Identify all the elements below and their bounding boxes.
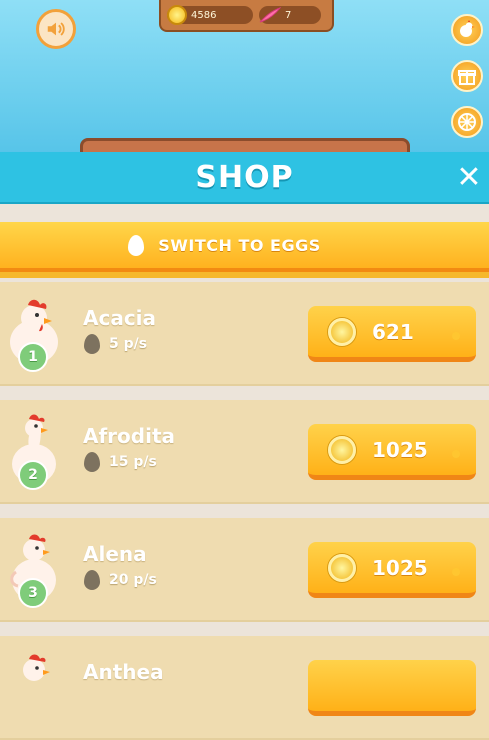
egg-icon <box>84 452 100 472</box>
feather-icon <box>259 7 281 23</box>
close-icon: ✕ <box>456 160 482 195</box>
egg-icon <box>84 570 100 590</box>
shop-panel: SWITCH TO EGGS 1 Acacia 5 p/s 621 2 Afro… <box>0 204 489 740</box>
egg-icon <box>128 234 145 256</box>
buy-button[interactable]: 621 <box>308 306 476 362</box>
price-value: 1025 <box>372 437 428 462</box>
price-value: 1025 <box>372 555 428 580</box>
switch-to-eggs-button[interactable]: SWITCH TO EGGS <box>0 222 489 272</box>
item-name: Afrodita <box>83 424 176 448</box>
chicken-button[interactable] <box>451 14 483 46</box>
rate-value: 15 p/s <box>109 454 157 470</box>
price-value: 621 <box>372 319 414 344</box>
item-name: Acacia <box>83 306 157 330</box>
coin-count: 4586 <box>191 9 217 21</box>
buy-button[interactable] <box>308 660 476 716</box>
speaker-icon <box>47 22 65 36</box>
coin-icon <box>328 317 356 346</box>
item-name: Anthea <box>83 660 164 684</box>
coin-icon <box>167 5 187 25</box>
decor-dot <box>452 568 460 576</box>
page-title: SHOP <box>195 159 294 195</box>
level-badge: 2 <box>18 460 48 490</box>
wheel-icon <box>458 113 476 131</box>
switch-label: SWITCH TO EGGS <box>158 235 321 255</box>
sound-button[interactable] <box>36 9 76 49</box>
egg-icon <box>84 334 100 354</box>
switch-wrap: SWITCH TO EGGS <box>0 222 489 278</box>
resource-bar: 4586 7 <box>159 0 334 32</box>
shop-header: SHOP ✕ <box>0 152 489 204</box>
item-name: Alena <box>83 542 147 566</box>
chicken-icon <box>23 654 50 681</box>
item-rate: 5 p/s <box>84 334 147 354</box>
coin-icon <box>328 553 356 582</box>
close-button[interactable]: ✕ <box>455 160 483 195</box>
chicken-icon <box>460 20 475 37</box>
buy-button[interactable]: 1025 <box>308 424 476 480</box>
rate-value: 20 p/s <box>109 572 157 588</box>
shop-item: 3 Alena 20 p/s 1025 <box>0 518 489 622</box>
rate-value: 5 p/s <box>109 336 148 352</box>
coin-counter: 4586 <box>167 5 253 25</box>
buy-button[interactable]: 1025 <box>308 542 476 598</box>
decor-dot <box>452 450 460 458</box>
level-badge: 3 <box>18 578 48 608</box>
item-rate: 15 p/s <box>84 452 157 472</box>
shop-item: 1 Acacia 5 p/s 621 <box>0 282 489 386</box>
wheel-button[interactable] <box>451 106 483 138</box>
shop-item: Anthea <box>0 636 489 740</box>
feather-counter: 7 <box>259 6 321 24</box>
shop-item: 2 Afrodita 15 p/s 1025 <box>0 400 489 504</box>
gift-button[interactable] <box>451 60 483 92</box>
feather-count: 7 <box>285 9 292 21</box>
item-rate: 20 p/s <box>84 570 157 590</box>
coin-icon <box>328 435 356 464</box>
level-badge: 1 <box>18 342 48 372</box>
decor-dot <box>452 332 460 340</box>
gift-icon <box>458 70 476 85</box>
